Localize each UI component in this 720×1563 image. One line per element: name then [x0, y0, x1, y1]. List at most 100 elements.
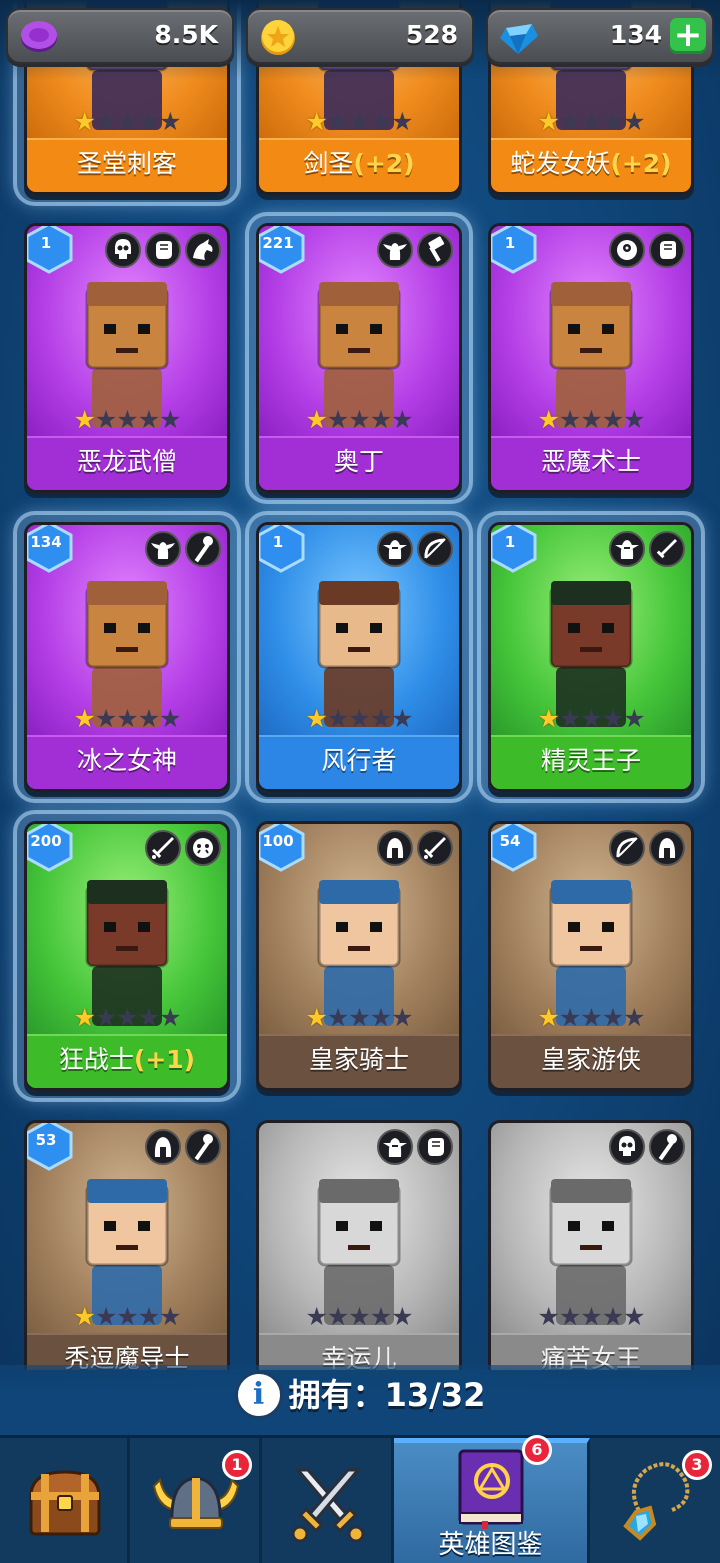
star-icon: ★ — [580, 405, 602, 434]
coin-counter[interactable]: 528 — [246, 8, 474, 64]
role-icons — [605, 1129, 685, 1165]
star-icon: ★ — [369, 405, 392, 434]
star-icon: ★ — [159, 107, 181, 136]
hero-name: 精灵王子 — [540, 746, 641, 775]
nav-tab-hero-book[interactable]: 6 英雄图鉴 — [394, 1435, 590, 1563]
owned-label: 拥有： — [288, 1376, 385, 1414]
hero-card[interactable]: 221 ★★★★★ 奥丁 — [256, 223, 462, 493]
elf-icon — [377, 531, 413, 567]
star-icon: ★ — [305, 405, 327, 434]
role-icons — [605, 830, 685, 866]
bow-icon — [609, 830, 645, 866]
hero-card[interactable]: ★★★★★ 幸运儿 — [256, 1120, 462, 1370]
level-value: 53 — [35, 1131, 57, 1149]
hero-name-label: 精灵王子 — [491, 735, 691, 789]
star-icon: ★ — [369, 1302, 392, 1331]
diamond-counter[interactable]: 134 + — [486, 8, 714, 64]
star-icon: ★ — [116, 1003, 138, 1032]
hero-name: 冰之女神 — [76, 746, 177, 775]
hero-name-label: 剑圣(+2) — [259, 138, 459, 192]
hero-card[interactable]: 1 ★★★★★ 恶魔术士 — [488, 223, 694, 493]
star-rating: ★★★★★ — [27, 704, 227, 733]
star-icon: ★ — [537, 704, 559, 733]
star-icon: ★ — [623, 405, 645, 434]
amulet-icon — [616, 1458, 694, 1546]
star-icon: ★ — [558, 405, 581, 434]
hero-bonus: (+2) — [610, 149, 672, 178]
star-icon: ★ — [348, 107, 370, 136]
coin-icon — [258, 18, 298, 62]
star-icon: ★ — [348, 405, 370, 434]
nav-tab-heroes[interactable]: 1 — [130, 1438, 262, 1563]
hero-card[interactable]: 53 ★★★★★ 秃逗魔导士 — [24, 1120, 230, 1370]
star-icon: ★ — [116, 405, 138, 434]
hero-card[interactable]: 1 ★★★★★ 精灵王子 — [488, 522, 694, 792]
hero-name: 奥丁 — [333, 447, 384, 476]
level-badge: 1 — [491, 226, 539, 274]
bow-icon — [417, 531, 453, 567]
star-icon: ★ — [159, 1003, 181, 1032]
star-icon: ★ — [159, 1302, 181, 1331]
hero-name-label: 蛇发女妖(+2) — [491, 138, 691, 192]
hero-card[interactable]: 54 ★★★★★ 皇家游侠 — [488, 821, 694, 1091]
star-rating: ★★★★★ — [491, 405, 691, 434]
star-icon: ★ — [558, 1003, 581, 1032]
star-rating: ★★★★★ — [27, 107, 227, 136]
star-icon: ★ — [73, 405, 95, 434]
treasure-chest-icon — [27, 1466, 103, 1542]
staff-icon — [185, 1129, 221, 1165]
star-icon: ★ — [137, 1302, 160, 1331]
level-badge: 100 — [259, 824, 307, 872]
role-icons — [373, 232, 453, 268]
star-rating: ★★★★★ — [27, 1302, 227, 1331]
hero-card-grid[interactable]: ★★★★★ 圣堂刺客 ★★★★★ 剑圣(+2) ★★★★★ 蛇发女妖(+2) 1 ★★★★★ 恶… — [0, 0, 720, 1370]
hero-name-label: 皇家游侠 — [491, 1034, 691, 1088]
nav-tab-items[interactable]: 3 — [590, 1438, 720, 1563]
star-icon: ★ — [580, 704, 602, 733]
star-icon: ★ — [348, 704, 370, 733]
star-rating: ★★★★★ — [27, 1003, 227, 1032]
star-icon: ★ — [391, 1003, 413, 1032]
star-icon: ★ — [159, 704, 181, 733]
add-diamonds-button[interactable]: + — [670, 18, 706, 54]
star-rating: ★★★★★ — [27, 405, 227, 434]
nav-tab-battle[interactable] — [262, 1438, 394, 1563]
sword-icon — [145, 830, 181, 866]
hero-card[interactable]: ★★★★★ 痛苦女王 — [488, 1120, 694, 1370]
star-icon: ★ — [580, 107, 602, 136]
skull-icon — [609, 1129, 645, 1165]
hero-name: 皇家游侠 — [540, 1045, 641, 1074]
hero-card[interactable]: 100 ★★★★★ 皇家骑士 — [256, 821, 462, 1091]
star-icon: ★ — [391, 405, 413, 434]
star-icon: ★ — [601, 704, 624, 733]
items-badge: 3 — [682, 1450, 712, 1480]
level-value: 200 — [30, 832, 62, 850]
hero-name: 圣堂刺客 — [76, 149, 177, 178]
fist-icon — [417, 1129, 453, 1165]
hero-card[interactable]: 1 ★★★★★ 恶龙武僧 — [24, 223, 230, 493]
staff-icon — [185, 531, 221, 567]
star-icon: ★ — [326, 1003, 349, 1032]
hero-name: 狂战士 — [58, 1045, 134, 1074]
winged-helm-icon — [377, 232, 413, 268]
star-icon: ★ — [326, 405, 349, 434]
hero-card[interactable]: 200 ★★★★★ 狂战士(+1) — [24, 821, 230, 1091]
star-icon: ★ — [305, 1003, 327, 1032]
role-icons — [373, 830, 453, 866]
hero-name-label: 风行者 — [259, 735, 459, 789]
elf-icon — [377, 1129, 413, 1165]
purple-gem-counter[interactable]: 8.5K — [6, 8, 234, 64]
owned-counter: i 拥有：13/32 — [0, 1365, 720, 1435]
star-icon: ★ — [558, 1302, 581, 1331]
level-badge: 200 — [27, 824, 75, 872]
star-icon: ★ — [73, 1302, 95, 1331]
sword-icon — [417, 830, 453, 866]
level-badge: 53 — [27, 1123, 75, 1171]
nav-tab-chest[interactable] — [0, 1438, 130, 1563]
star-icon: ★ — [137, 107, 160, 136]
star-icon: ★ — [580, 1003, 602, 1032]
hero-card[interactable]: 134 ★★★★★ 冰之女神 — [24, 522, 230, 792]
hero-card[interactable]: 1 ★★★★★ 风行者 — [256, 522, 462, 792]
info-icon[interactable]: i — [234, 1371, 283, 1419]
star-icon: ★ — [537, 1302, 559, 1331]
